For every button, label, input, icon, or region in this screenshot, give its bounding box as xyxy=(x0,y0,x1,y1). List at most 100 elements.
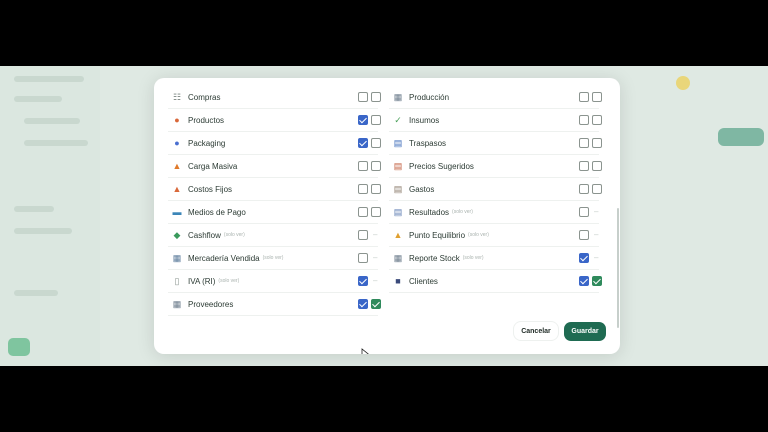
view-permission-checkbox[interactable] xyxy=(579,184,589,194)
edit-permission-disabled: – xyxy=(594,207,599,216)
edit-permission-disabled: – xyxy=(373,276,378,285)
permission-label: Medios de Pago xyxy=(188,207,246,217)
permission-row: ▤ Precios Sugeridos xyxy=(389,155,602,178)
permission-label: Proveedores xyxy=(188,299,234,309)
edit-permission-checkbox[interactable] xyxy=(592,276,602,286)
permission-label: Clientes xyxy=(409,276,438,286)
view-permission-checkbox[interactable] xyxy=(358,276,368,286)
transfers-icon: ▤ xyxy=(393,138,403,148)
background-status-icon xyxy=(8,338,30,356)
modal-scrollbar[interactable] xyxy=(617,208,619,328)
permission-label: Packaging xyxy=(188,138,226,148)
view-permission-checkbox[interactable] xyxy=(358,207,368,217)
permission-row: ▲ Punto Equilibrio (solo ver) – xyxy=(389,224,599,247)
view-permission-checkbox[interactable] xyxy=(358,299,368,309)
view-permission-checkbox[interactable] xyxy=(579,276,589,286)
view-permission-checkbox[interactable] xyxy=(358,184,368,194)
cancel-button[interactable]: Cancelar xyxy=(514,322,558,340)
edit-permission-checkbox[interactable] xyxy=(371,161,381,171)
permission-label: Resultados xyxy=(409,207,450,217)
sidebar-logo-placeholder xyxy=(14,76,84,82)
permission-row: ▤ Resultados (solo ver) – xyxy=(389,201,599,224)
bulk-upload-icon: ▲ xyxy=(172,161,182,171)
view-permission-checkbox[interactable] xyxy=(579,161,589,171)
stock-report-icon: ▦ xyxy=(393,253,403,263)
suppliers-icon: ▦ xyxy=(172,299,182,309)
view-permission-checkbox[interactable] xyxy=(358,161,368,171)
results-icon: ▤ xyxy=(393,207,403,217)
edit-permission-checkbox[interactable] xyxy=(371,138,381,148)
permission-row: ▦ Producción xyxy=(389,86,602,109)
permissions-modal: ☷ Compras ● Productos ● Packaging ▲ Carga Masiv… xyxy=(154,78,620,354)
suggested-prices-icon: ▤ xyxy=(393,161,403,171)
view-permission-checkbox[interactable] xyxy=(579,207,589,217)
view-only-tag: (solo ver) xyxy=(462,255,484,261)
permission-row: ● Packaging xyxy=(168,132,381,155)
view-permission-checkbox[interactable] xyxy=(358,253,368,263)
view-permission-checkbox[interactable] xyxy=(358,92,368,102)
payment-methods-icon: ▬ xyxy=(172,207,182,217)
edit-permission-checkbox[interactable] xyxy=(592,138,602,148)
mouse-cursor-icon xyxy=(361,348,369,354)
clients-icon: ■ xyxy=(395,276,401,286)
permission-label: Mercadería Vendida xyxy=(188,253,260,263)
permission-label: Insumos xyxy=(409,115,440,125)
permission-label: Costos Fijos xyxy=(188,184,233,194)
edit-permission-checkbox[interactable] xyxy=(592,161,602,171)
permission-row: ▤ Traspasos xyxy=(389,132,602,155)
permission-label: Producción xyxy=(409,92,450,102)
edit-permission-checkbox[interactable] xyxy=(592,115,602,125)
sidebar-item-placeholder xyxy=(14,290,58,296)
edit-permission-disabled: – xyxy=(594,253,599,262)
permission-label: Gastos xyxy=(409,184,435,194)
view-permission-checkbox[interactable] xyxy=(579,230,589,240)
sidebar-item-placeholder xyxy=(24,118,80,124)
permission-row: ☷ Compras xyxy=(168,86,381,109)
cashflow-icon: ◆ xyxy=(173,230,181,240)
edit-permission-checkbox[interactable] xyxy=(371,92,381,102)
packaging-icon: ● xyxy=(174,138,180,148)
view-permission-checkbox[interactable] xyxy=(579,138,589,148)
permission-row: ▲ Carga Masiva xyxy=(168,155,381,178)
permission-row: ▲ Costos Fijos xyxy=(168,178,381,201)
view-permission-checkbox[interactable] xyxy=(579,115,589,125)
permission-label: Precios Sugeridos xyxy=(409,161,474,171)
notification-icon xyxy=(676,76,690,90)
sidebar-background xyxy=(0,66,100,366)
permission-row: ▤ Gastos xyxy=(389,178,602,201)
fixed-costs-icon: ▲ xyxy=(172,184,182,194)
supplies-icon: ✓ xyxy=(394,115,402,125)
permission-label: Traspasos xyxy=(409,138,447,148)
view-permission-checkbox[interactable] xyxy=(358,115,368,125)
view-permission-checkbox[interactable] xyxy=(358,230,368,240)
cart-icon: ☷ xyxy=(172,92,182,102)
edit-permission-checkbox[interactable] xyxy=(592,92,602,102)
view-only-tag: (solo ver) xyxy=(223,232,245,238)
edit-permission-checkbox[interactable] xyxy=(592,184,602,194)
view-only-tag: (solo ver) xyxy=(452,209,473,215)
edit-permission-checkbox[interactable] xyxy=(371,184,381,194)
permission-row: ◆ Cashflow (solo ver) – xyxy=(168,224,378,247)
edit-permission-disabled: – xyxy=(373,253,378,262)
view-permission-checkbox[interactable] xyxy=(358,138,368,148)
sold-goods-icon: ▦ xyxy=(172,253,182,263)
permission-label: Reporte Stock xyxy=(409,253,460,263)
product-icon: ● xyxy=(174,115,180,125)
permission-row: ▦ Proveedores xyxy=(168,293,381,316)
background-action-button xyxy=(718,128,764,146)
permission-label: Carga Masiva xyxy=(188,161,238,171)
edit-permission-checkbox[interactable] xyxy=(371,299,381,309)
permission-row: ✓ Insumos xyxy=(389,109,602,132)
permissions-left-column: ☷ Compras ● Productos ● Packaging ▲ Carga Masiv… xyxy=(168,86,381,316)
edit-permission-checkbox[interactable] xyxy=(371,207,381,217)
view-permission-checkbox[interactable] xyxy=(579,92,589,102)
save-button[interactable]: Guardar xyxy=(564,322,606,341)
permissions-right-column: ▦ Producción ✓ Insumos ▤ Traspasos ▤ Precios Su… xyxy=(389,86,602,293)
sidebar-item-placeholder xyxy=(14,228,72,234)
edit-permission-checkbox[interactable] xyxy=(371,115,381,125)
permission-row: ▦ Mercadería Vendida (solo ver) – xyxy=(168,247,378,270)
edit-permission-disabled: – xyxy=(594,230,599,239)
view-permission-checkbox[interactable] xyxy=(579,253,589,263)
view-only-tag: (solo ver) xyxy=(468,232,489,238)
permission-row: ▦ Reporte Stock (solo ver) – xyxy=(389,247,599,270)
